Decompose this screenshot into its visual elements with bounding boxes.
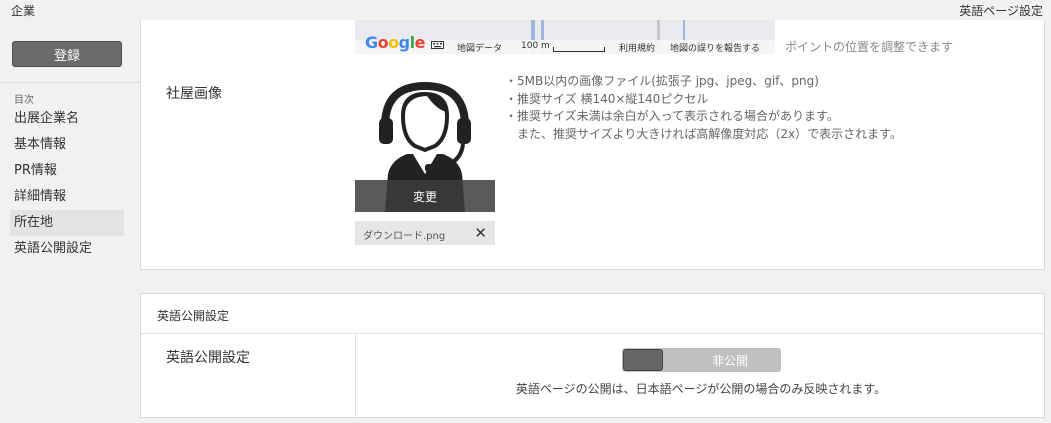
toc-item-details[interactable]: 詳細情報 <box>10 184 124 210</box>
toc-heading: 目次 <box>14 95 34 106</box>
toc-item-pr-info[interactable]: PR情報 <box>10 158 124 184</box>
photo-field-label: 社屋画像 <box>166 86 222 102</box>
publish-toggle[interactable]: 非公開 <box>622 348 781 372</box>
map-view[interactable]: 地図データ 100 m 利用規約 地図の誤りを報告する Google <box>355 20 775 54</box>
map-scale-label: 100 m <box>521 41 550 51</box>
requirement-note: また、推奨サイズより大きければ高解像度対応（2x）で表示されます。 <box>505 126 902 141</box>
requirement-note: ・5MB以内の画像ファイル(拡張子 jpg、jpeg、gif、png) <box>505 74 819 88</box>
toggle-state-label: 非公開 <box>711 354 748 368</box>
location-photo-panel: 地図データ 100 m 利用規約 地図の誤りを報告する Google ポイントの… <box>140 20 1045 270</box>
section-header: 英語公開設定 <box>141 294 1044 334</box>
toc-item-basic-info[interactable]: 基本情報 <box>10 132 124 158</box>
change-photo-button[interactable]: 変更 <box>355 180 495 212</box>
toc-item-location[interactable]: 所在地 <box>10 210 124 236</box>
uploaded-file-chip: ダウンロード.png ✕ <box>355 221 495 245</box>
map-hint-text: ポイントの位置を調整できます <box>785 40 954 54</box>
toggle-knob[interactable] <box>623 349 663 371</box>
close-icon[interactable]: ✕ <box>474 224 487 242</box>
photo-preview[interactable]: 変更 <box>355 74 495 212</box>
register-button[interactable]: 登録 <box>12 41 122 67</box>
requirement-note: ・推奨サイズ未満は余白が入って表示される場合があります。 <box>505 109 839 123</box>
google-logo: Google <box>365 33 425 52</box>
sidebar: 登録 目次 出展企業名 基本情報 PR情報 詳細情報 所在地 英語公開設定 <box>0 20 140 423</box>
toc-item-english-settings[interactable]: 英語公開設定 <box>10 236 124 262</box>
english-setting-label: 英語公開設定 <box>166 350 250 366</box>
toc-list: 出展企業名 基本情報 PR情報 詳細情報 所在地 英語公開設定 <box>10 106 124 262</box>
map-terms-link[interactable]: 利用規約 <box>619 41 655 54</box>
toc-item-company-name[interactable]: 出展企業名 <box>10 106 124 132</box>
map-data-link[interactable]: 地図データ <box>457 41 502 54</box>
top-bar: 企業 英語ページ設定 <box>0 0 1051 20</box>
map-report-link[interactable]: 地図の誤りを報告する <box>670 41 760 54</box>
page-mode-title: 英語ページ設定 <box>959 4 1043 18</box>
section-title: 英語公開設定 <box>157 309 230 323</box>
keyboard-icon[interactable] <box>431 40 444 53</box>
map-scale-bar <box>553 47 605 52</box>
field-label-cell: 英語公開設定 <box>141 334 356 418</box>
requirement-note: ・推奨サイズ 横140×縦140ピクセル <box>505 91 709 106</box>
publish-note: 英語ページの公開は、日本語ページが公開の場合のみ反映されます。 <box>515 382 887 396</box>
page-section-title: 企業 <box>11 4 36 18</box>
photo-requirements: ・5MB以内の画像ファイル(拡張子 jpg、jpeg、gif、png) ・推奨サ… <box>505 73 902 143</box>
file-name: ダウンロード.png <box>363 231 446 242</box>
english-settings-panel: 英語公開設定 英語公開設定 非公開 英語ページの公開は、日本語ページが公開の場合… <box>140 293 1045 418</box>
sidebar-divider <box>0 82 140 83</box>
